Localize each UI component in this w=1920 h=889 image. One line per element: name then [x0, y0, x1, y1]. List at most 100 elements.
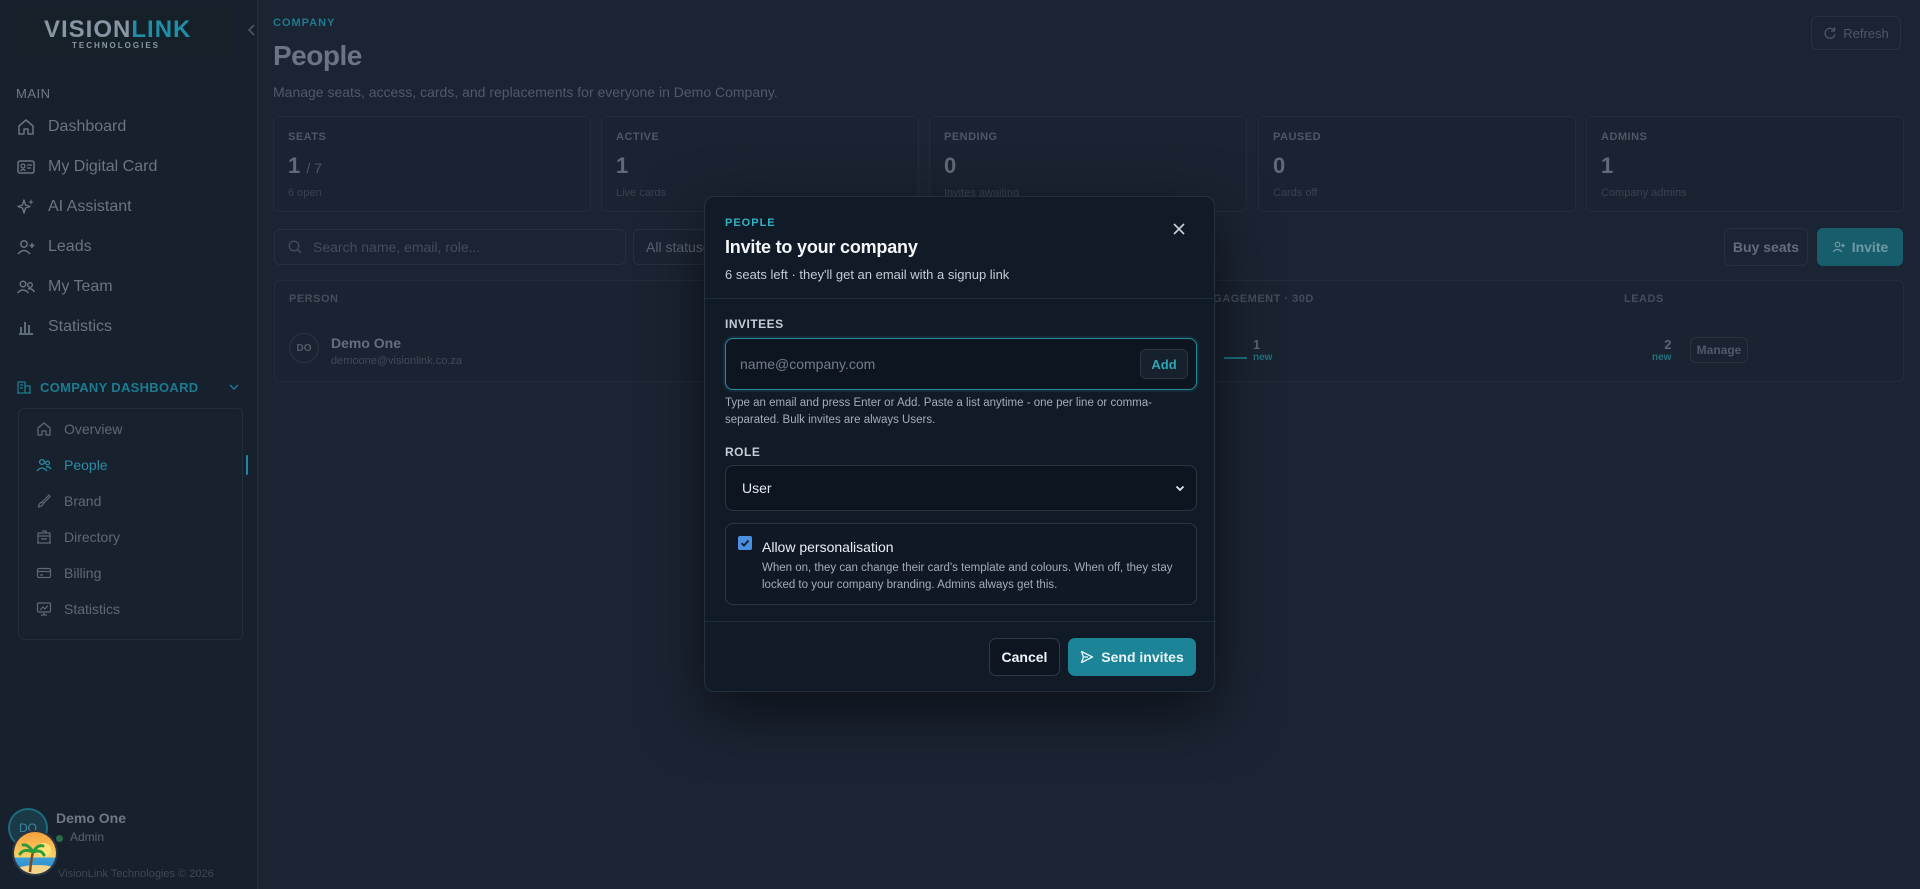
chevron-down-icon: [229, 384, 239, 390]
stat-value: 0: [944, 153, 957, 178]
modal-divider: [705, 298, 1216, 299]
search-input[interactable]: Search name, email, role...: [274, 229, 626, 265]
nav-label: My Digital Card: [48, 158, 158, 175]
nav-ai-assistant[interactable]: AI Assistant: [16, 192, 132, 222]
nav-my-team[interactable]: My Team: [16, 272, 113, 302]
stat-subtext: Company admins: [1601, 187, 1687, 199]
leads-value: 2: [1664, 337, 1672, 352]
modal-eyebrow: PEOPLE: [725, 217, 776, 229]
chevron-down-icon: [1175, 485, 1185, 492]
stat-label: PENDING: [944, 131, 998, 143]
sub-nav-billing[interactable]: Billing: [36, 560, 101, 586]
copyright: VisionLink Technologies © 2026: [58, 868, 214, 880]
invitees-label: INVITEES: [725, 317, 784, 331]
search-placeholder: Search name, email, role...: [313, 239, 481, 255]
stat-card-paused: PAUSED 0 Cards off: [1258, 116, 1576, 212]
section-main-label: MAIN: [16, 86, 51, 101]
online-status-dot: [56, 835, 63, 842]
sidebar: VISIONLINK TECHNOLOGIES MAIN Dashboard M…: [0, 0, 258, 889]
refresh-button[interactable]: Refresh: [1811, 16, 1901, 50]
nav-statistics[interactable]: Statistics: [16, 312, 112, 342]
nav-my-digital-card[interactable]: My Digital Card: [16, 152, 157, 182]
user-plus-icon: [17, 240, 35, 255]
stat-subtext: Live cards: [616, 187, 667, 199]
column-header-leads: LEADS: [1624, 293, 1664, 305]
home-icon: [37, 422, 51, 436]
engagement-new: new: [1253, 352, 1273, 363]
id-card-icon: [17, 160, 35, 174]
stat-label: SEATS: [288, 131, 327, 143]
leads-metric: 2 new: [1652, 337, 1671, 363]
user-plus-icon: [1832, 241, 1845, 253]
add-invitee-button[interactable]: Add: [1140, 349, 1188, 379]
role-select[interactable]: User: [725, 465, 1197, 511]
nav-label: Leads: [48, 238, 92, 255]
cancel-button[interactable]: Cancel: [989, 638, 1060, 676]
refresh-icon: [1824, 27, 1836, 39]
sparkles-icon: [17, 199, 34, 214]
collapse-sidebar-icon[interactable]: [246, 22, 258, 38]
invite-modal: PEOPLE Invite to your company 6 seats le…: [704, 196, 1216, 692]
sub-nav-overview[interactable]: Overview: [36, 416, 122, 442]
leads-new: new: [1652, 352, 1672, 363]
personalisation-title: Allow personalisation: [762, 539, 894, 555]
nav-label: AI Assistant: [48, 198, 132, 215]
nav-label: My Team: [48, 278, 113, 295]
stat-value: 1: [1601, 153, 1614, 178]
invite-label: Invite: [1851, 239, 1889, 255]
page-description: Manage seats, access, cards, and replace…: [273, 84, 778, 100]
row-email: demoone@visionlink.co.za: [331, 355, 463, 367]
sub-nav-label: Brand: [64, 493, 102, 509]
sub-nav-label: People: [64, 457, 108, 473]
company-dashboard-label: COMPANY DASHBOARD: [40, 379, 199, 395]
stat-label: ACTIVE: [616, 131, 660, 143]
engagement-sparkline: [1224, 357, 1247, 359]
users-icon: [16, 280, 36, 294]
company-dashboard-toggle[interactable]: COMPANY DASHBOARD: [16, 375, 241, 399]
sub-nav-label: Overview: [64, 421, 123, 437]
nav-label: Dashboard: [48, 118, 127, 135]
send-invites-label: Send invites: [1101, 649, 1184, 665]
modal-subtitle: 6 seats left · they'll get an email with…: [725, 267, 1010, 282]
active-indicator: [246, 455, 248, 475]
users-icon: [36, 458, 52, 472]
buy-seats-button[interactable]: Buy seats: [1724, 228, 1808, 266]
credit-card-icon: [36, 567, 52, 579]
nav-dashboard[interactable]: Dashboard: [16, 112, 126, 142]
home-icon: [18, 119, 34, 135]
invitees-input[interactable]: [740, 353, 1120, 375]
personalisation-description: When on, they can change their card's te…: [762, 562, 1173, 591]
invite-button[interactable]: Invite: [1817, 228, 1903, 266]
manage-button[interactable]: Manage: [1690, 337, 1748, 363]
personalisation-option: Allow personalisation When on, they can …: [725, 523, 1197, 605]
building-icon: [17, 381, 31, 394]
row-name: Demo One: [331, 335, 402, 351]
sub-nav-label: Statistics: [64, 601, 121, 617]
chart-icon: [36, 602, 52, 616]
search-icon: [288, 240, 302, 254]
building-icon: [37, 530, 51, 544]
stat-card-admins: ADMINS 1 Company admins: [1586, 116, 1904, 212]
user-role: Admin: [70, 830, 105, 844]
avatar: DO: [289, 333, 319, 363]
refresh-label: Refresh: [1843, 25, 1889, 41]
sub-nav-directory[interactable]: Directory: [36, 524, 120, 550]
sub-nav-people[interactable]: People: [36, 452, 108, 478]
sub-nav-label: Directory: [64, 529, 121, 545]
send-invites-button[interactable]: Send invites: [1068, 638, 1196, 676]
modal-title: Invite to your company: [725, 237, 918, 257]
brand-logo[interactable]: VISIONLINK TECHNOLOGIES: [14, 8, 234, 56]
close-icon[interactable]: [1167, 217, 1191, 241]
sub-nav-label: Billing: [64, 565, 102, 581]
nav-leads[interactable]: Leads: [16, 232, 92, 262]
sub-nav-statistics[interactable]: Statistics: [36, 596, 120, 622]
personalisation-checkbox[interactable]: [738, 536, 752, 550]
sub-nav-brand[interactable]: Brand: [36, 488, 101, 514]
engagement-value: 1: [1253, 337, 1261, 352]
stat-subtext: 6 open: [288, 187, 322, 199]
brush-icon: [37, 494, 51, 508]
user-name: Demo One: [56, 810, 127, 826]
stat-value: 1: [616, 153, 629, 178]
nav-label: Statistics: [48, 318, 113, 335]
send-icon: [1081, 650, 1094, 664]
